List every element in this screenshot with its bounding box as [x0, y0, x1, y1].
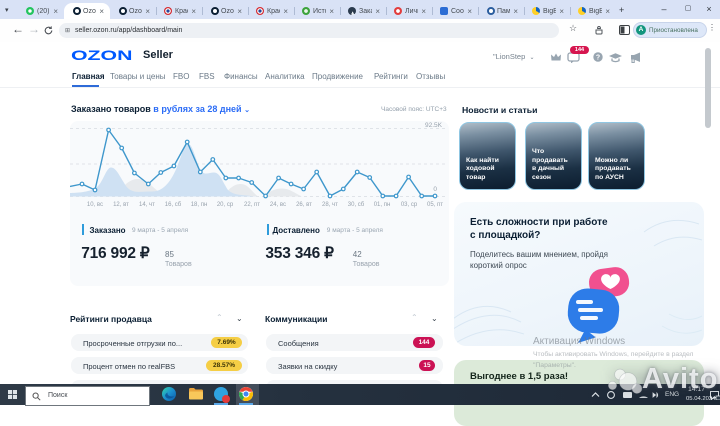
- svg-text:30, сб: 30, сб: [348, 202, 365, 208]
- svg-text:26, вт: 26, вт: [296, 202, 312, 208]
- svg-text:?: ?: [596, 54, 600, 61]
- svg-text:05, пт: 05, пт: [427, 202, 443, 208]
- svg-text:16, сб: 16, сб: [165, 202, 182, 208]
- svg-text:22, пт: 22, пт: [244, 202, 260, 208]
- svg-text:24, вс: 24, вс: [270, 202, 286, 208]
- svg-text:14, чт: 14, чт: [139, 202, 155, 208]
- svg-text:12, вт: 12, вт: [113, 202, 129, 208]
- svg-text:28, чт: 28, чт: [322, 202, 338, 208]
- svg-text:0: 0: [433, 186, 437, 193]
- svg-text:01, пн: 01, пн: [374, 202, 391, 208]
- svg-text:20, ср: 20, ср: [217, 202, 234, 208]
- svg-text:10, вс: 10, вс: [87, 202, 103, 208]
- svg-text:03, ср: 03, ср: [401, 202, 418, 208]
- svg-text:92.5K: 92.5K: [425, 122, 443, 129]
- svg-text:18, пн: 18, пн: [191, 202, 208, 208]
